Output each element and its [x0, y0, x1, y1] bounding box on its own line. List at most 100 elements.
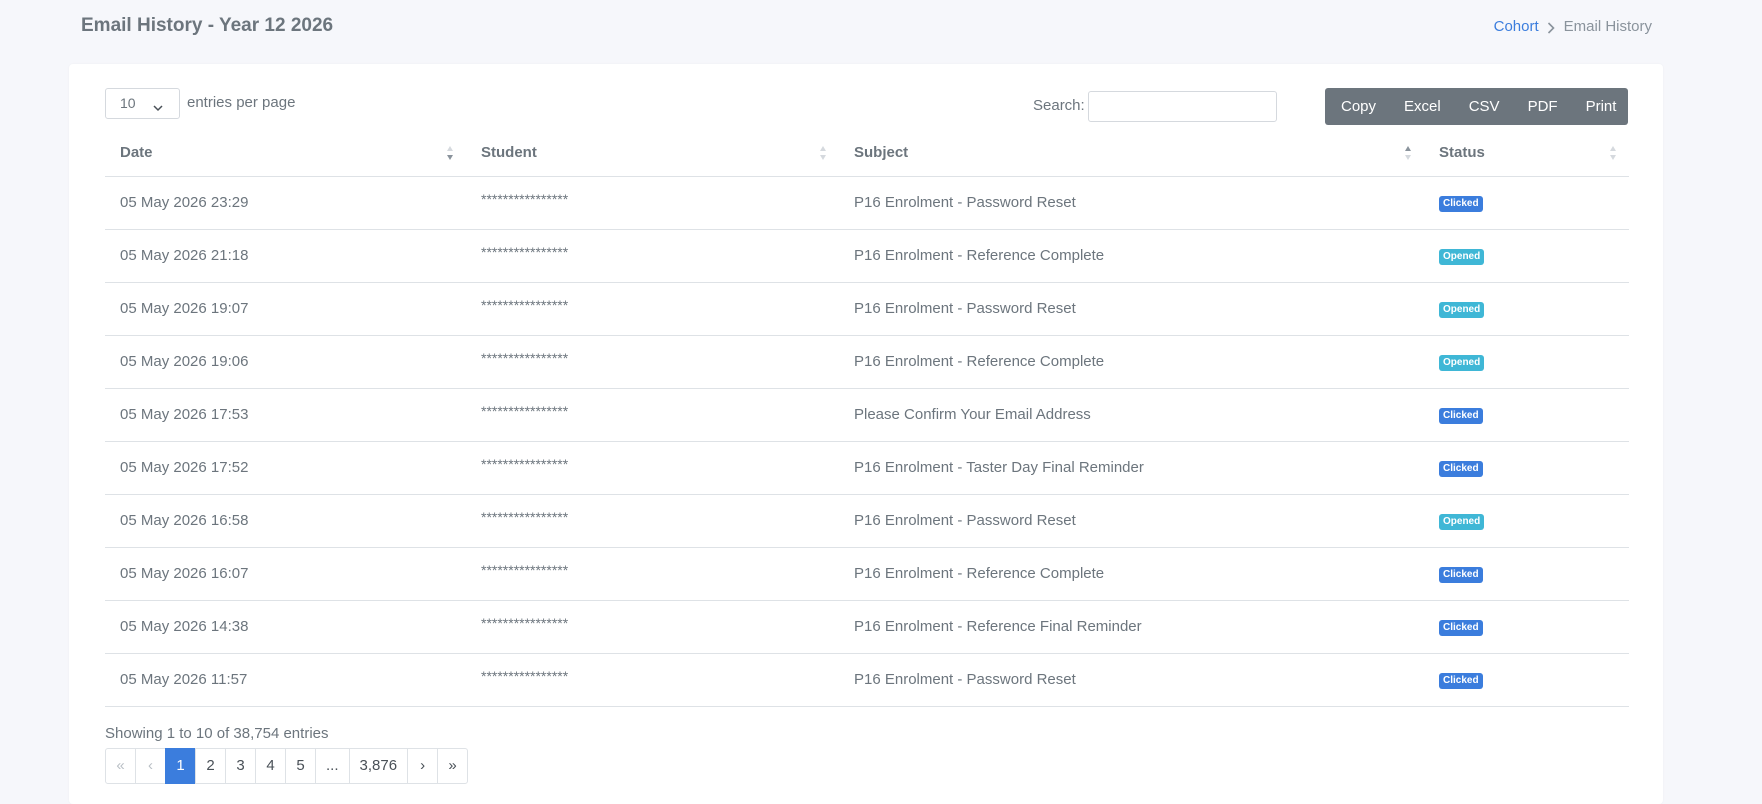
pagination-ellipsis: ...	[315, 748, 350, 784]
date-cell: 05 May 2026 16:07	[105, 547, 466, 601]
table-row: 05 May 2026 17:52 **************** P16 Enr…	[105, 441, 1629, 495]
page-button[interactable]: 3	[225, 748, 256, 784]
entries-per-page-value: 10	[120, 95, 136, 111]
subject-cell: P16 Enrolment - Password Reset	[839, 494, 1424, 548]
sort-asc-icon	[1404, 145, 1412, 161]
subject-cell: P16 Enrolment - Taster Day Final Reminde…	[839, 441, 1424, 495]
date-cell: 05 May 2026 23:29	[105, 176, 466, 230]
column-header-date[interactable]: Date	[105, 130, 466, 177]
student-cell: ****************	[466, 441, 839, 495]
status-badge: Clicked	[1439, 673, 1483, 689]
status-cell: Clicked	[1424, 176, 1629, 230]
excel-button[interactable]: Excel	[1390, 88, 1455, 125]
date-cell: 05 May 2026 14:38	[105, 600, 466, 654]
subject-cell: P16 Enrolment - Password Reset	[839, 176, 1424, 230]
chevron-down-icon	[153, 99, 163, 112]
student-cell: ****************	[466, 547, 839, 601]
page-header: Email History - Year 12 2026 Cohort Emai…	[0, 0, 1762, 56]
status-badge: Clicked	[1439, 196, 1483, 212]
student-cell: ****************	[466, 229, 839, 283]
search-input[interactable]	[1088, 91, 1277, 122]
chevron-right-icon	[1547, 21, 1555, 34]
table-row: 05 May 2026 14:38 **************** P16 Enr…	[105, 600, 1629, 654]
page-button[interactable]: 4	[255, 748, 286, 784]
column-header-status[interactable]: Status	[1424, 130, 1629, 177]
csv-button[interactable]: CSV	[1455, 88, 1514, 125]
subject-cell: P16 Enrolment - Password Reset	[839, 653, 1424, 707]
page-button[interactable]: 5	[285, 748, 316, 784]
subject-cell: P16 Enrolment - Reference Complete	[839, 229, 1424, 283]
page-button[interactable]: 2	[195, 748, 226, 784]
next-page-button[interactable]: ›	[407, 748, 439, 784]
table-row: 05 May 2026 16:58 **************** P16 Enr…	[105, 494, 1629, 548]
date-cell: 05 May 2026 21:18	[105, 229, 466, 283]
status-cell: Clicked	[1424, 547, 1629, 601]
status-cell: Clicked	[1424, 441, 1629, 495]
table-toolbar: 10 entries per page Search: Copy Excel C…	[69, 64, 1663, 125]
print-button[interactable]: Print	[1572, 88, 1631, 125]
status-cell: Clicked	[1424, 653, 1629, 707]
page-button[interactable]: 3,876	[348, 748, 409, 784]
page-title: Email History - Year 12 2026	[81, 15, 334, 36]
column-header-student[interactable]: Student	[466, 130, 839, 177]
entries-per-page-label: entries per page	[187, 94, 296, 111]
status-cell: Opened	[1424, 335, 1629, 389]
subject-cell: P16 Enrolment - Reference Complete	[839, 547, 1424, 601]
student-cell: ****************	[466, 653, 839, 707]
date-cell: 05 May 2026 16:58	[105, 494, 466, 548]
copy-button[interactable]: Copy	[1325, 88, 1390, 125]
sort-icon	[819, 145, 827, 161]
status-badge: Opened	[1439, 249, 1485, 265]
email-history-card: 10 entries per page Search: Copy Excel C…	[69, 64, 1663, 804]
status-badge: Clicked	[1439, 620, 1483, 636]
table-row: 05 May 2026 11:57 **************** P16 Enr…	[105, 653, 1629, 707]
status-cell: Opened	[1424, 282, 1629, 336]
table-row: 05 May 2026 19:07 **************** P16 Enr…	[105, 282, 1629, 336]
status-cell: Clicked	[1424, 600, 1629, 654]
status-cell: Opened	[1424, 229, 1629, 283]
table-header-row: Date Student Subject Status	[105, 130, 1629, 177]
status-badge: Clicked	[1439, 461, 1483, 477]
table-row: 05 May 2026 21:18 **************** P16 Enr…	[105, 229, 1629, 283]
date-cell: 05 May 2026 17:52	[105, 441, 466, 495]
status-cell: Clicked	[1424, 388, 1629, 442]
entries-per-page-select[interactable]: 10	[105, 88, 180, 119]
student-cell: ****************	[466, 388, 839, 442]
previous-page-button[interactable]: ‹	[135, 748, 166, 784]
date-cell: 05 May 2026 11:57	[105, 653, 466, 707]
last-page-button[interactable]: »	[437, 748, 469, 784]
date-cell: 05 May 2026 17:53	[105, 388, 466, 442]
student-cell: ****************	[466, 176, 839, 230]
table-row: 05 May 2026 19:06 **************** P16 Enr…	[105, 335, 1629, 389]
table-row: 05 May 2026 23:29 **************** P16 Enr…	[105, 176, 1629, 230]
breadcrumb-current: Email History	[1563, 18, 1652, 35]
pagination: «‹ 1 2 3 4 5... 3,876 ›»	[105, 748, 469, 784]
search-label: Search:	[1033, 97, 1085, 114]
first-page-button[interactable]: «	[105, 748, 136, 784]
breadcrumb: Cohort Email History	[1494, 18, 1652, 35]
status-badge: Clicked	[1439, 408, 1483, 424]
breadcrumb-link-cohort[interactable]: Cohort	[1494, 18, 1539, 35]
export-button-group: Copy Excel CSV PDF Print	[1325, 88, 1628, 125]
date-cell: 05 May 2026 19:06	[105, 335, 466, 389]
email-history-table: Date Student Subject Status 05 May 2026 …	[105, 130, 1629, 707]
subject-cell: P16 Enrolment - Reference Final Reminder	[839, 600, 1424, 654]
page-button[interactable]: 1	[165, 748, 196, 784]
table-row: 05 May 2026 17:53 **************** Please …	[105, 388, 1629, 442]
status-badge: Opened	[1439, 514, 1485, 530]
student-cell: ****************	[466, 335, 839, 389]
sort-desc-icon	[446, 145, 454, 161]
status-badge: Clicked	[1439, 567, 1483, 583]
student-cell: ****************	[466, 494, 839, 548]
subject-cell: Please Confirm Your Email Address	[839, 388, 1424, 442]
student-cell: ****************	[466, 282, 839, 336]
student-cell: ****************	[466, 600, 839, 654]
sort-icon	[1609, 145, 1617, 161]
status-cell: Opened	[1424, 494, 1629, 548]
date-cell: 05 May 2026 19:07	[105, 282, 466, 336]
pdf-button[interactable]: PDF	[1514, 88, 1572, 125]
column-header-subject[interactable]: Subject	[839, 130, 1424, 177]
status-badge: Opened	[1439, 302, 1485, 318]
subject-cell: P16 Enrolment - Password Reset	[839, 282, 1424, 336]
table-info: Showing 1 to 10 of 38,754 entries	[105, 725, 329, 742]
